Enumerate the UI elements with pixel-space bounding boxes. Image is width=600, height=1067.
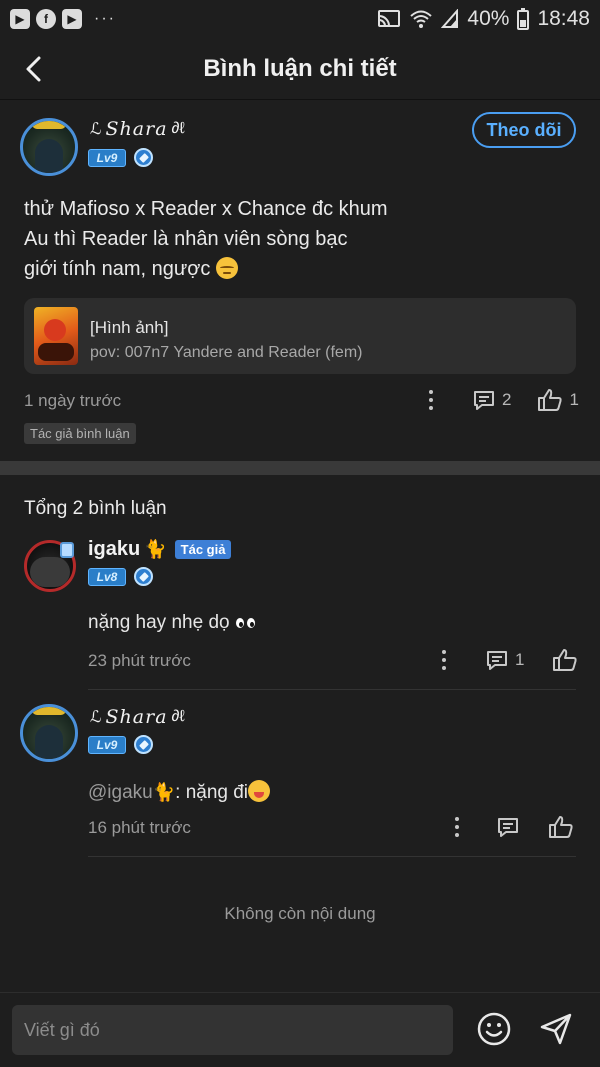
more-options-button[interactable] xyxy=(439,650,449,670)
thumbs-up-icon xyxy=(549,816,573,838)
attachment-thumbnail xyxy=(34,307,78,365)
comment-author-name[interactable]: igaku xyxy=(88,538,140,561)
gem-badge-icon xyxy=(134,148,153,167)
divider xyxy=(88,856,576,857)
post-line: giới tính nam, ngược xyxy=(24,254,388,284)
comment-text: @igaku🐈: nặng đi xyxy=(88,780,271,804)
mention-link[interactable]: @igaku xyxy=(88,782,153,803)
smiley-icon xyxy=(477,1012,511,1046)
post-timestamp: 1 ngày trước xyxy=(24,391,122,410)
post-body: thử Mafioso x Reader x Chance đc khum Au… xyxy=(24,194,388,284)
post-line: Au thì Reader là nhân viên sòng bạc xyxy=(24,228,348,250)
attachment-subtitle: pov: 007n7 Yandere and Reader (fem) xyxy=(90,344,363,361)
avatar[interactable] xyxy=(20,704,78,762)
divider xyxy=(88,689,576,690)
youtube-icon: ▶ xyxy=(62,9,82,29)
wifi-icon xyxy=(410,10,433,28)
post-line: thử Mafioso x Reader x Chance đc khum xyxy=(24,198,388,220)
gem-badge-icon xyxy=(134,567,153,586)
thumbs-up-icon xyxy=(538,389,563,411)
send-button[interactable] xyxy=(538,1011,574,1047)
post-author-name[interactable]: Shara xyxy=(106,118,168,140)
author-tag: Tác giả xyxy=(174,540,232,559)
more-notifications-icon: ··· xyxy=(94,10,116,27)
like-count: 1 xyxy=(569,390,579,409)
comment-icon xyxy=(474,391,494,410)
follow-button[interactable]: Theo dõi xyxy=(472,112,576,148)
avatar[interactable] xyxy=(20,118,78,176)
level-badge: Lv9 xyxy=(88,148,126,167)
level-badge: Lv8 xyxy=(88,567,126,586)
more-options-button[interactable] xyxy=(426,390,436,410)
battery-icon xyxy=(517,8,530,30)
attachment-card[interactable]: [Hình ảnh] pov: 007n7 Yandere and Reader… xyxy=(24,298,576,374)
tv-app-icon: ▶ xyxy=(10,9,30,29)
comment-count: 2 xyxy=(502,390,512,409)
cat-icon: 🐈 xyxy=(144,539,167,559)
clock: 18:48 xyxy=(537,7,590,30)
comment-composer: Viết gì đó xyxy=(0,992,600,1067)
name-flourish-left-icon: ℒ xyxy=(90,121,102,138)
comment-button[interactable]: 2 xyxy=(472,388,511,412)
yum-face-emoji-icon xyxy=(248,780,271,802)
name-flourish-left-icon: ℒ xyxy=(90,709,102,726)
level-badge: Lv9 xyxy=(88,735,126,754)
reply-button[interactable]: 1 xyxy=(485,648,524,672)
pensive-face-emoji-icon xyxy=(215,257,238,279)
comment-icon xyxy=(498,818,518,837)
name-flourish-right-icon: ∂ℓ xyxy=(171,120,185,137)
eyes-emoji-icon xyxy=(234,613,257,635)
attachment-title: [Hình ảnh] xyxy=(90,318,169,337)
comment-author-name[interactable]: Shara xyxy=(106,706,168,728)
chevron-left-icon xyxy=(26,56,41,82)
signal-icon xyxy=(441,9,459,28)
cast-icon xyxy=(378,10,401,27)
cat-icon: 🐈 xyxy=(152,782,176,802)
top-app-bar: Bình luận chi tiết xyxy=(0,38,600,100)
reply-count: 1 xyxy=(515,650,525,669)
gem-badge-icon xyxy=(134,735,153,754)
comment-icon xyxy=(487,651,507,670)
more-options-button[interactable] xyxy=(452,817,462,837)
end-of-content-label: Không còn nội dung xyxy=(224,904,376,923)
reply-button[interactable] xyxy=(496,815,520,839)
comments-total: Tổng 2 bình luận xyxy=(24,498,167,519)
facebook-icon: f xyxy=(36,9,56,29)
page-title: Bình luận chi tiết xyxy=(203,54,397,82)
comment-timestamp: 16 phút trước xyxy=(88,818,191,837)
send-icon xyxy=(540,1013,572,1045)
comment-timestamp: 23 phút trước xyxy=(88,651,191,670)
comment-text: nặng hay nhẹ dọ xyxy=(88,612,257,635)
back-button[interactable] xyxy=(18,52,48,86)
avatar-frame-decoration xyxy=(32,707,66,715)
status-bar: ▶ f ▶ ··· 40% 18:48 xyxy=(0,0,600,38)
thumbs-up-icon xyxy=(553,649,578,671)
author-comment-tag: Tác giả bình luận xyxy=(24,423,136,444)
avatar-badge-icon xyxy=(60,542,74,558)
avatar-frame-decoration xyxy=(32,121,66,129)
comment-input[interactable]: Viết gì đó xyxy=(12,1005,453,1055)
like-button[interactable] xyxy=(552,648,578,672)
emoji-button[interactable] xyxy=(476,1011,512,1047)
name-flourish-right-icon: ∂ℓ xyxy=(171,708,185,725)
section-divider xyxy=(0,461,600,475)
like-button[interactable]: 1 xyxy=(537,388,579,412)
like-button[interactable] xyxy=(548,815,574,839)
battery-percent: 40% xyxy=(467,7,510,30)
